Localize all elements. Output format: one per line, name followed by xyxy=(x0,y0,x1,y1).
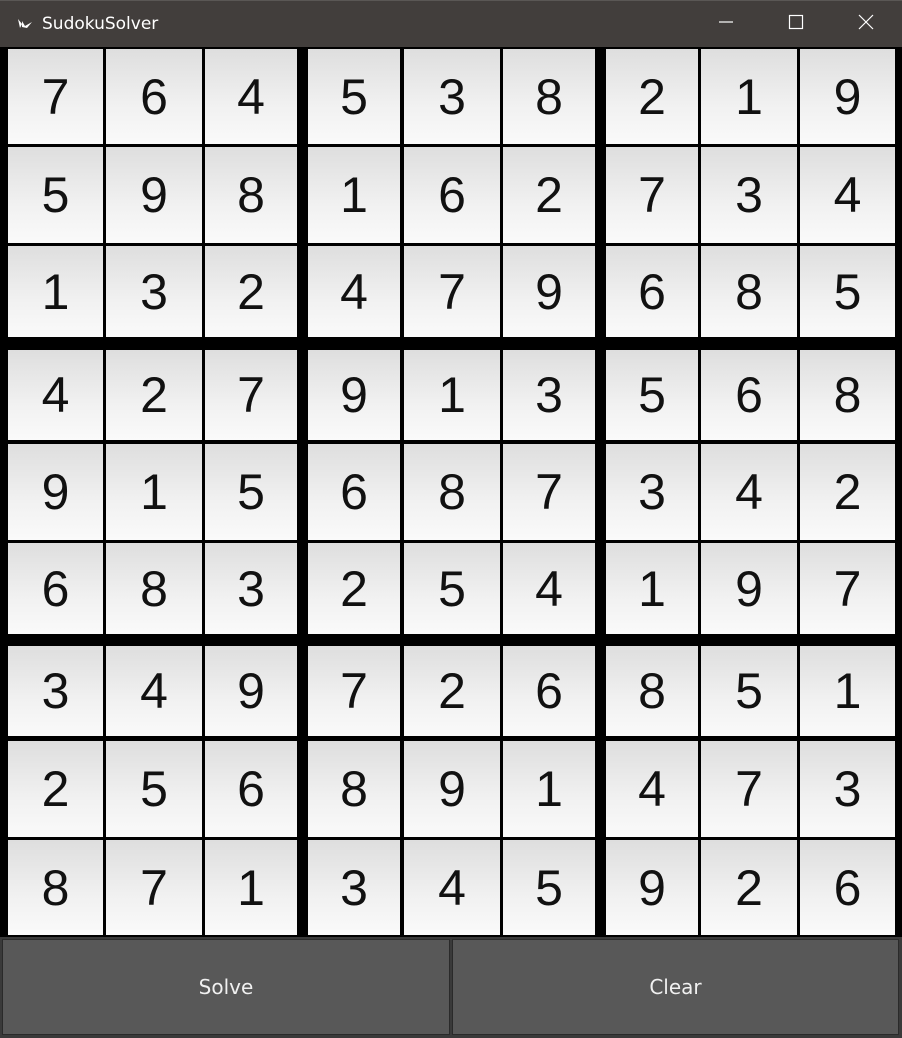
sudoku-cell-r4-c8[interactable]: 6 xyxy=(701,350,797,440)
sudoku-cell-r4-c4[interactable]: 9 xyxy=(308,350,400,440)
sudoku-cell-r1-c4[interactable]: 5 xyxy=(308,49,400,144)
sudoku-cell-r1-c2[interactable]: 6 xyxy=(106,49,202,144)
sudoku-cell-r7-c7[interactable]: 8 xyxy=(606,646,698,736)
sudoku-cell-r9-c8[interactable]: 2 xyxy=(701,840,797,935)
sudoku-cell-r1-c6[interactable]: 8 xyxy=(503,49,595,144)
sudoku-cell-r8-c1[interactable]: 2 xyxy=(8,741,103,837)
sudoku-cell-r8-c7[interactable]: 4 xyxy=(606,741,698,837)
sudoku-cell-r1-c8[interactable]: 1 xyxy=(701,49,797,144)
sudoku-cell-r6-c4[interactable]: 2 xyxy=(308,543,400,634)
sudoku-cell-r9-c2[interactable]: 7 xyxy=(106,840,202,935)
sudoku-cell-r8-c5[interactable]: 9 xyxy=(404,741,500,837)
sudoku-cell-r7-c8[interactable]: 5 xyxy=(701,646,797,736)
sudoku-cell-r6-c8[interactable]: 9 xyxy=(701,543,797,634)
sudoku-cell-r3-c9[interactable]: 5 xyxy=(800,246,895,337)
sudoku-cell-r9-c3[interactable]: 1 xyxy=(205,840,297,935)
sudoku-cell-r1-c5[interactable]: 3 xyxy=(404,49,500,144)
sudoku-cell-r4-c3[interactable]: 7 xyxy=(205,350,297,440)
sudoku-cell-r3-c5[interactable]: 7 xyxy=(404,246,500,337)
minimize-icon xyxy=(718,14,734,35)
sudoku-cell-r2-c4[interactable]: 1 xyxy=(308,147,400,243)
sudoku-cell-r1-c3[interactable]: 4 xyxy=(205,49,297,144)
sudoku-cell-r3-c3[interactable]: 2 xyxy=(205,246,297,337)
sudoku-cell-r6-c6[interactable]: 4 xyxy=(503,543,595,634)
maximize-button[interactable] xyxy=(761,1,831,47)
maximize-icon xyxy=(788,14,804,35)
sudoku-cell-r4-c5[interactable]: 1 xyxy=(404,350,500,440)
sudoku-cell-r7-c9[interactable]: 1 xyxy=(800,646,895,736)
clear-button[interactable]: Clear xyxy=(452,939,899,1035)
sudoku-cell-r2-c8[interactable]: 3 xyxy=(701,147,797,243)
sudoku-cell-r5-c8[interactable]: 4 xyxy=(701,444,797,540)
sudoku-cell-r8-c3[interactable]: 6 xyxy=(205,741,297,837)
sudoku-cell-r5-c3[interactable]: 5 xyxy=(205,444,297,540)
sudoku-grid: 7645382195981627341324796854279135689156… xyxy=(0,47,902,937)
sudoku-cell-r9-c9[interactable]: 6 xyxy=(800,840,895,935)
sudoku-cell-r6-c9[interactable]: 7 xyxy=(800,543,895,634)
action-bar: Solve Clear xyxy=(0,937,902,1038)
solve-button[interactable]: Solve xyxy=(2,939,450,1035)
sudoku-cell-r7-c3[interactable]: 9 xyxy=(205,646,297,736)
sudoku-cell-r6-c1[interactable]: 6 xyxy=(8,543,103,634)
sudoku-cell-r9-c5[interactable]: 4 xyxy=(404,840,500,935)
sudoku-cell-r7-c5[interactable]: 2 xyxy=(404,646,500,736)
sudoku-cell-r2-c5[interactable]: 6 xyxy=(404,147,500,243)
sudoku-cell-r6-c2[interactable]: 8 xyxy=(106,543,202,634)
sudoku-cell-r3-c1[interactable]: 1 xyxy=(8,246,103,337)
sudoku-cell-r2-c3[interactable]: 8 xyxy=(205,147,297,243)
sudoku-cell-r1-c7[interactable]: 2 xyxy=(606,49,698,144)
sudoku-cell-r8-c8[interactable]: 7 xyxy=(701,741,797,837)
sudoku-cell-r9-c7[interactable]: 9 xyxy=(606,840,698,935)
sudoku-cell-r7-c6[interactable]: 6 xyxy=(503,646,595,736)
sudoku-cell-r8-c2[interactable]: 5 xyxy=(106,741,202,837)
sudoku-cell-r4-c6[interactable]: 3 xyxy=(503,350,595,440)
sudoku-cell-r8-c9[interactable]: 3 xyxy=(800,741,895,837)
minimize-button[interactable] xyxy=(691,1,761,47)
sudoku-cell-r2-c7[interactable]: 7 xyxy=(606,147,698,243)
close-icon xyxy=(858,14,874,35)
sudoku-cell-r3-c7[interactable]: 6 xyxy=(606,246,698,337)
sudoku-cell-r9-c4[interactable]: 3 xyxy=(308,840,400,935)
sudoku-cell-r7-c4[interactable]: 7 xyxy=(308,646,400,736)
sudoku-cell-r5-c2[interactable]: 1 xyxy=(106,444,202,540)
sudoku-cell-r7-c2[interactable]: 4 xyxy=(106,646,202,736)
sudoku-cell-r6-c7[interactable]: 1 xyxy=(606,543,698,634)
sudoku-cell-r1-c1[interactable]: 7 xyxy=(8,49,103,144)
sudoku-cell-r2-c2[interactable]: 9 xyxy=(106,147,202,243)
sudoku-cell-r2-c9[interactable]: 4 xyxy=(800,147,895,243)
sudoku-cell-r4-c9[interactable]: 8 xyxy=(800,350,895,440)
sudoku-cell-r4-c2[interactable]: 2 xyxy=(106,350,202,440)
sudoku-cell-r6-c5[interactable]: 5 xyxy=(404,543,500,634)
sudoku-cell-r7-c1[interactable]: 3 xyxy=(8,646,103,736)
window-title: SudokuSolver xyxy=(42,14,159,34)
sudoku-cell-r9-c1[interactable]: 8 xyxy=(8,840,103,935)
sudoku-cell-r5-c4[interactable]: 6 xyxy=(308,444,400,540)
sudoku-cell-r8-c6[interactable]: 1 xyxy=(503,741,595,837)
title-bar: SudokuSolver xyxy=(0,0,902,47)
sudoku-cell-r5-c7[interactable]: 3 xyxy=(606,444,698,540)
sudoku-cell-r2-c1[interactable]: 5 xyxy=(8,147,103,243)
close-button[interactable] xyxy=(831,1,901,47)
sudoku-cell-r3-c2[interactable]: 3 xyxy=(106,246,202,337)
sudoku-cell-r4-c7[interactable]: 5 xyxy=(606,350,698,440)
sudoku-cell-r5-c6[interactable]: 7 xyxy=(503,444,595,540)
sudoku-cell-r6-c3[interactable]: 3 xyxy=(205,543,297,634)
sudoku-cell-r3-c8[interactable]: 8 xyxy=(701,246,797,337)
sudoku-cell-r9-c6[interactable]: 5 xyxy=(503,840,595,935)
sudoku-cell-r3-c4[interactable]: 4 xyxy=(308,246,400,337)
sudoku-cell-r2-c6[interactable]: 2 xyxy=(503,147,595,243)
sudoku-cell-r3-c6[interactable]: 9 xyxy=(503,246,595,337)
sudoku-cell-r5-c5[interactable]: 8 xyxy=(404,444,500,540)
sudoku-cell-r4-c1[interactable]: 4 xyxy=(8,350,103,440)
sudoku-cell-r1-c9[interactable]: 9 xyxy=(800,49,895,144)
sudoku-cell-r8-c4[interactable]: 8 xyxy=(308,741,400,837)
kivy-logo-icon xyxy=(17,17,33,29)
sudoku-cell-r5-c1[interactable]: 9 xyxy=(8,444,103,540)
sudoku-cell-r5-c9[interactable]: 2 xyxy=(800,444,895,540)
